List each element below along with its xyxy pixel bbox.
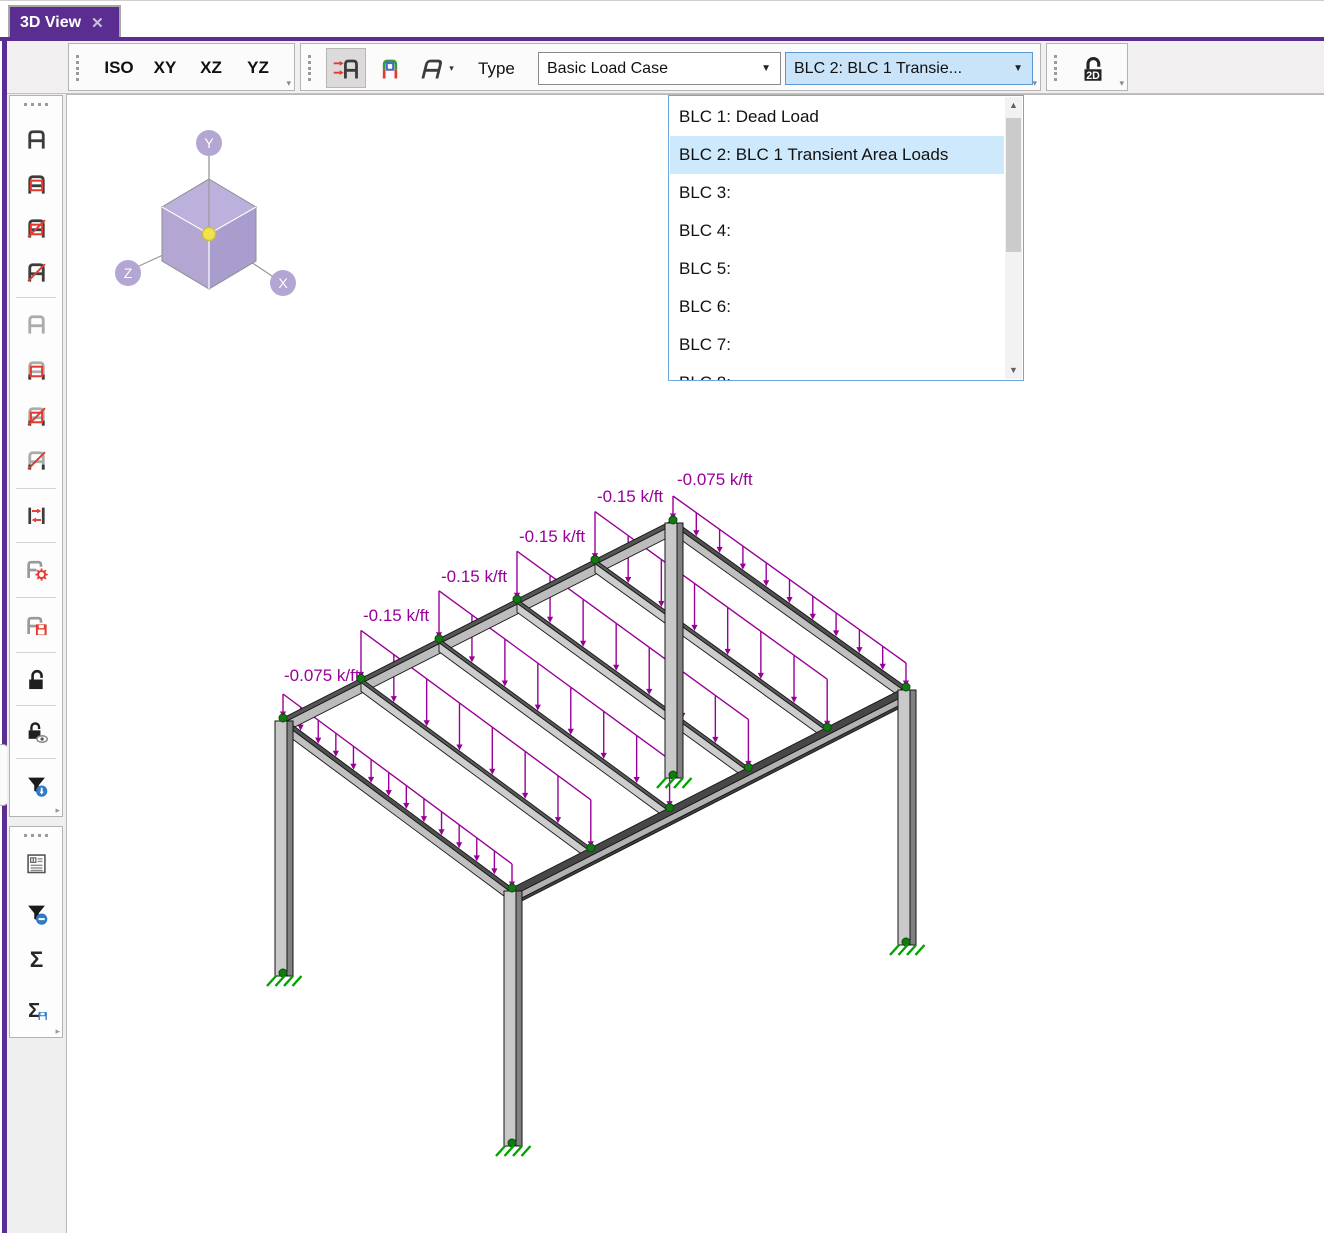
chevron-down-icon[interactable]: ▼: [1013, 53, 1023, 84]
dropdown-item[interactable]: BLC 1: Dead Load: [670, 98, 1004, 136]
results-tools-group: ▸ Σ Σ: [9, 826, 63, 1038]
scrollbar-thumb[interactable]: [1006, 118, 1021, 252]
group-grip[interactable]: [24, 103, 48, 106]
divider: [16, 758, 56, 759]
group-options-caret[interactable]: ▾: [286, 79, 291, 88]
axis-x-label: X: [278, 275, 288, 291]
lock-2d-group: 2D ▾: [1046, 43, 1128, 91]
group-grip[interactable]: [76, 55, 79, 81]
sum-forces-icon[interactable]: Σ: [16, 938, 56, 978]
unlock-show-icon[interactable]: [16, 711, 56, 751]
dropdown-item[interactable]: BLC 4:: [670, 212, 1004, 250]
polygon-select-icon[interactable]: [16, 207, 56, 247]
dropdown-item[interactable]: BLC 5:: [670, 250, 1004, 288]
group-grip[interactable]: [24, 834, 48, 837]
view-button-xz[interactable]: XZ: [193, 52, 229, 84]
group-grip[interactable]: [1054, 55, 1057, 81]
detail-report-icon[interactable]: [16, 843, 56, 883]
selection-toolbar: ▸ ▸ Σ Σ: [7, 94, 66, 1233]
scroll-up-icon[interactable]: ▲: [1005, 97, 1022, 114]
tab-strip: 3D View ✕: [0, 1, 1324, 37]
chevron-down-icon[interactable]: ▼: [761, 53, 771, 84]
box-unselect-icon[interactable]: [16, 349, 56, 389]
tab-title: 3D View: [20, 14, 81, 32]
loads-group: Type Basic Load Case ▼ BLC 2: BLC 1 Tran…: [300, 43, 1041, 91]
view-button-iso[interactable]: ISO: [98, 52, 140, 84]
blc-combobox[interactable]: BLC 2: BLC 1 Transie... ▼: [785, 52, 1033, 85]
load-label: -0.075 k/ft: [284, 666, 360, 685]
load-type-combobox[interactable]: Basic Load Case ▼: [538, 52, 781, 85]
load-label: -0.15 k/ft: [597, 487, 663, 506]
group-grip[interactable]: [308, 55, 311, 81]
group-expand-arrow[interactable]: ▸: [55, 1027, 60, 1036]
lock-unselected-icon[interactable]: [16, 659, 56, 699]
svg-text:Σ: Σ: [28, 999, 40, 1021]
divider: [16, 297, 56, 298]
scrollbar[interactable]: ▲ ▼: [1005, 97, 1022, 379]
save-summary-icon[interactable]: Σ: [16, 989, 56, 1029]
invert-selection-icon[interactable]: [16, 495, 56, 535]
dropdown-item[interactable]: BLC 3:: [670, 174, 1004, 212]
dropdown-item[interactable]: BLC 7:: [670, 326, 1004, 364]
tab-3d-view[interactable]: 3D View ✕: [8, 5, 121, 38]
lock-2d-button[interactable]: 2D: [1071, 48, 1115, 88]
svg-text:2D: 2D: [1086, 70, 1100, 82]
view-button-yz[interactable]: YZ: [240, 52, 276, 84]
selection-criteria-icon[interactable]: [16, 549, 56, 589]
unselect-members-icon[interactable]: [16, 303, 56, 343]
group-expand-arrow[interactable]: ▸: [55, 806, 60, 815]
loads-options-icon[interactable]: ▾: [412, 50, 460, 86]
selection-tools-group: ▸: [9, 95, 63, 817]
blc-dropdown-list: ▲ ▼ BLC 1: Dead LoadBLC 2: BLC 1 Transie…: [668, 95, 1024, 381]
svg-text:Σ: Σ: [29, 946, 43, 971]
line-select-icon[interactable]: [16, 251, 56, 291]
view-toolbar: ▾ ISOXY XZ YZ Type Basic Load Case ▼ BLC 2…: [7, 41, 1324, 94]
close-icon[interactable]: ✕: [91, 14, 104, 32]
type-label: Type: [478, 53, 515, 85]
group-options-caret[interactable]: ▾: [1119, 79, 1124, 88]
load-label: -0.15 k/ft: [519, 527, 585, 546]
load-label: -0.075 k/ft: [677, 470, 753, 489]
box-select-icon[interactable]: [16, 163, 56, 203]
select-members-icon[interactable]: [16, 118, 56, 158]
axis-y-label: Y: [204, 135, 214, 151]
divider: [16, 597, 56, 598]
line-unselect-icon[interactable]: [16, 439, 56, 479]
divider: [16, 652, 56, 653]
load-label: -0.15 k/ft: [363, 606, 429, 625]
divider: [16, 542, 56, 543]
save-selection-icon[interactable]: [16, 605, 56, 645]
polygon-unselect-icon[interactable]: [16, 395, 56, 435]
view-button-xy[interactable]: XY: [148, 52, 182, 84]
axis-z-label: Z: [124, 265, 133, 281]
load-label: -0.15 k/ft: [441, 567, 507, 586]
remove-filter-icon[interactable]: [16, 893, 56, 933]
divider: [16, 488, 56, 489]
view-buttons-group: ▾ ISOXY XZ YZ: [68, 43, 295, 91]
filter-display-icon[interactable]: [16, 765, 56, 805]
apply-loads-icon[interactable]: [326, 48, 366, 88]
dropdown-item[interactable]: BLC 8:: [670, 364, 1004, 381]
group-options-caret[interactable]: ▾: [1032, 79, 1037, 88]
scroll-down-icon[interactable]: ▼: [1005, 362, 1022, 379]
dropdown-item[interactable]: BLC 6:: [670, 288, 1004, 326]
divider: [16, 705, 56, 706]
dropdown-item[interactable]: BLC 2: BLC 1 Transient Area Loads: [670, 136, 1004, 174]
display-loads-icon[interactable]: [372, 50, 408, 86]
